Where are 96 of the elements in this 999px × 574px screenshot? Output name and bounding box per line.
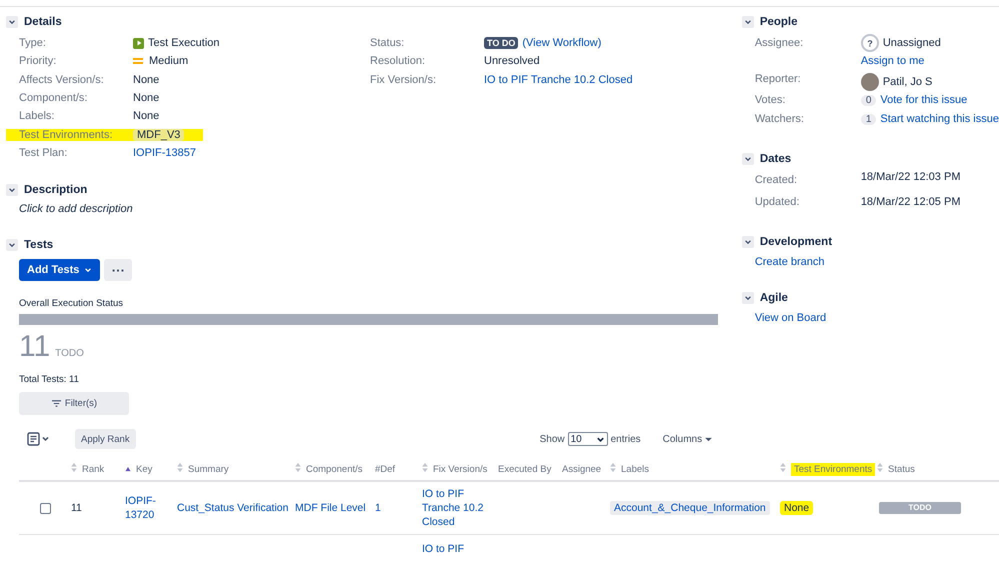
collapse-toggle-icon[interactable] [6,16,18,28]
field-label: Assignee: [754,36,804,49]
field-label: Priority: [19,55,58,68]
test-key-link[interactable]: IOPIF-13720 [125,494,171,522]
collapse-toggle-icon[interactable] [6,239,18,252]
column-header[interactable]: Executed By [498,464,552,475]
filter-button[interactable]: Filter(s) [19,392,129,416]
field-label: Status: [370,37,406,50]
add-tests-button[interactable]: Add Tests [19,259,100,282]
field-label: Created: [754,173,798,186]
field-value: Medium [149,55,188,68]
column-header[interactable]: Status [888,464,915,475]
vote-link[interactable]: Vote for this issue [880,94,968,106]
defect-count-link[interactable]: 1 [375,502,381,514]
avatar-circle [860,73,879,91]
watcher-count: 1 [860,114,876,124]
section-title: Details [24,16,62,28]
field-label: Test Environments: [19,128,114,141]
fix-version-link[interactable]: IO to PIF [422,542,492,556]
collapse-toggle-icon[interactable] [742,236,754,248]
collapse-toggle-icon[interactable] [742,16,754,28]
field-value: Test Execution [148,37,220,50]
equals-icon [133,58,143,64]
status-lozenge: TO DO [484,37,518,50]
field-label: Resolution: [370,55,426,68]
row-checkbox[interactable] [40,502,50,514]
caret-icon [705,436,712,442]
status-lozenge: TODO [879,502,961,514]
column-header[interactable]: Labels [621,464,649,475]
column-header[interactable]: Component/s [306,464,363,475]
collapse-toggle-icon[interactable] [742,292,754,304]
column-header[interactable]: Assignee [562,464,602,475]
columns-button[interactable]: Columns [662,434,712,445]
component-link[interactable]: MDF File Level [295,502,366,514]
field-label: Fix Version/s: [370,74,438,86]
collapse-toggle-icon[interactable] [742,153,754,165]
field-label: Votes: [754,93,786,106]
summary-link[interactable]: Cust_Status Verification [177,502,288,514]
field-value: None [133,74,160,86]
field-label: Component/s: [19,92,88,104]
rank-cell: 11 [71,502,82,514]
column-header[interactable]: Test Environments [791,462,876,476]
field-link[interactable]: IO to PIF Tranche 10.2 Closed [484,74,633,86]
field-label: Affects Version/s: [19,74,105,86]
total-tests: Total Tests: 11 [18,374,80,386]
filter-icon [50,399,62,408]
show-label: Show [540,434,565,445]
fix-version-link[interactable]: IO to PIF Tranche 10.2 Closed [422,486,492,530]
execution-status-title: Overall Execution Status [18,298,124,310]
page-size-select[interactable]: 10 [568,432,608,446]
unknown-avatar-icon: ? [860,34,879,52]
environment-tag: MDF_V3 [133,128,184,141]
apply-rank-button[interactable]: Apply Rank [75,429,136,450]
field-value: Unresolved [484,55,540,68]
date-value: 18/Mar/22 12:05 PM [860,195,960,208]
description-placeholder[interactable]: Click to add description [6,203,718,216]
field-value: None [133,92,160,104]
field-label: Type: [19,37,47,50]
view-on-board-link[interactable]: View on Board [742,312,999,324]
count-status-label: TODO [55,348,84,360]
field-label: Test Plan: [19,146,68,159]
vote-count: 0 [860,94,876,106]
section-title: Development [760,236,832,248]
assign-to-me-link[interactable]: Assign to me [860,55,941,67]
test-count: 11 [19,330,50,364]
column-header[interactable]: Fix Version/s [433,464,488,475]
chevron-down-icon [596,434,605,444]
entries-label: entries [610,434,641,445]
section-title: People [760,16,798,28]
field-label: Updated: [754,195,800,208]
field-link[interactable]: IOPIF-13857 [133,146,196,159]
reporter-name: Patil, Jo S [882,76,932,88]
column-header[interactable]: Summary [188,464,229,475]
section-title: Dates [760,153,792,165]
section-title: Tests [24,239,54,252]
section-title: Agile [760,292,788,304]
watch-link[interactable]: Start watching this issue [880,113,999,125]
caret-icon [84,266,92,274]
view-workflow-link[interactable]: (View Workflow) [522,37,602,50]
label-tag[interactable]: Account_&_Cheque_Information [610,500,770,515]
more-button[interactable]: ··· [104,259,132,282]
play-icon [133,38,144,49]
assignee-name: Unassigned [882,37,941,49]
field-label: Labels: [19,110,56,122]
list-edit-icon[interactable] [27,432,51,446]
section-title: Description [24,184,88,196]
field-value: None [133,110,160,122]
date-value: 18/Mar/22 12:03 PM [860,171,960,183]
column-header[interactable]: Rank [82,464,104,475]
create-branch-link[interactable]: Create branch [742,256,999,268]
collapse-toggle-icon[interactable] [6,184,18,196]
column-header[interactable]: Key [136,464,152,475]
environment-cell: None [780,500,814,515]
field-label: Watchers: [754,112,805,125]
column-header[interactable]: #Def [375,464,396,475]
field-label: Reporter: [754,72,802,85]
